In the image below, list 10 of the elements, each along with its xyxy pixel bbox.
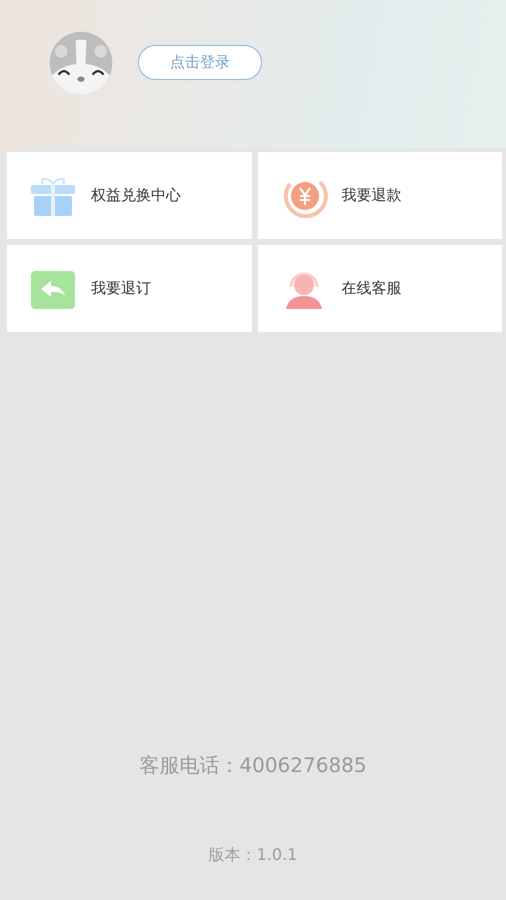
hotline-text: 客服电话：4006276885: [139, 752, 367, 779]
version-text: 版本：1.0.1: [208, 845, 298, 866]
menu-tile[interactable]: 我要退订: [7, 245, 252, 332]
tile-label: 权益兑换中心: [91, 186, 181, 205]
menu-tile[interactable]: 权益兑换中心: [7, 152, 252, 239]
tile-label: 在线客服: [342, 279, 402, 298]
menu-tile[interactable]: 我要退款: [258, 152, 502, 239]
tile-label: 我要退订: [91, 279, 151, 298]
tile-label: 我要退款: [342, 186, 402, 205]
menu-tile[interactable]: 在线客服: [258, 245, 502, 332]
